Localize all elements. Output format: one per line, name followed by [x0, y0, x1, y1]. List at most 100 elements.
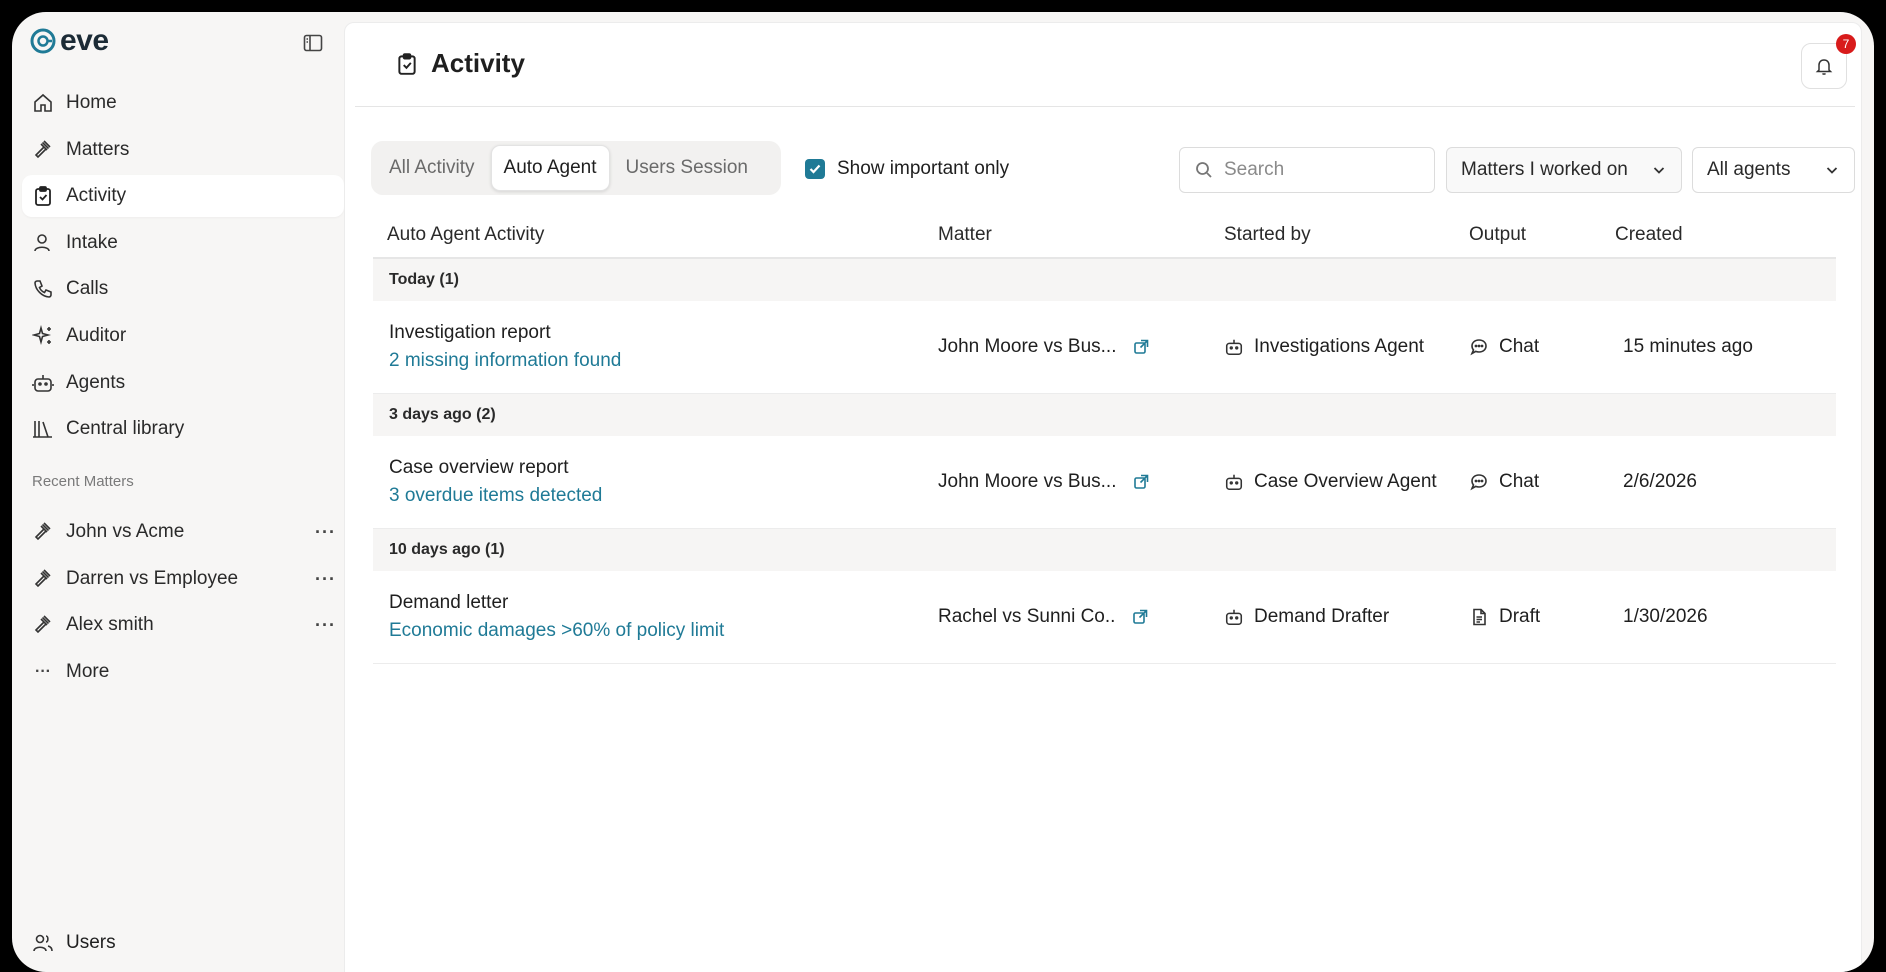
more-options-icon[interactable]: ··· — [315, 616, 336, 634]
recent-matter-label: Darren vs Employee — [66, 567, 239, 589]
matters-filter-select[interactable]: Matters I worked on — [1446, 147, 1682, 193]
important-checkbox[interactable] — [805, 159, 825, 179]
agents-filter-value: All agents — [1707, 159, 1791, 180]
robot-icon — [1225, 474, 1243, 491]
search-box[interactable] — [1179, 147, 1435, 193]
more-options-icon[interactable]: ··· — [315, 523, 336, 541]
agent-name: Investigations Agent — [1254, 336, 1425, 357]
group-header: 10 days ago (1) — [373, 529, 1836, 571]
activity-finding-link[interactable]: Economic damages >60% of policy limit — [389, 620, 938, 642]
column-header-activity[interactable]: Auto Agent Activity — [373, 224, 938, 246]
chat-icon — [1470, 474, 1487, 491]
more-options-icon[interactable]: ··· — [315, 570, 336, 588]
column-header-output[interactable]: Output — [1469, 224, 1615, 246]
sidebar-item-label: Activity — [66, 185, 127, 207]
sidebar-more-label: More — [66, 660, 110, 682]
sidebar-item-label: Home — [66, 92, 117, 113]
recent-matter-label: John vs Acme — [66, 521, 185, 542]
document-icon — [1473, 608, 1486, 626]
activity-table: Auto Agent Activity Matter Started by Ou… — [373, 213, 1836, 664]
activity-finding-link[interactable]: 2 missing information found — [389, 350, 938, 372]
recent-matter-label: Alex smith — [66, 614, 154, 636]
output-cell[interactable]: Chat — [1469, 471, 1615, 493]
show-important-toggle[interactable]: Show important only — [805, 158, 1009, 180]
activity-tabs: All Activity Auto Agent Users Session — [371, 141, 781, 195]
recent-matter-item[interactable]: Darren vs Employee ··· — [22, 558, 344, 600]
search-input[interactable] — [1224, 159, 1424, 181]
recent-matters-list: John vs Acme ··· Darren vs Employee ··· … — [22, 511, 344, 693]
sidebar-item-home[interactable]: Home — [22, 82, 344, 124]
activity-title: Case overview report — [389, 457, 569, 478]
sidebar-item-agents[interactable]: Agents — [22, 362, 344, 404]
table-header: Auto Agent Activity Matter Started by Ou… — [373, 213, 1836, 259]
sidebar-item-label: Calls — [66, 278, 109, 300]
sidebar-toggle-icon[interactable] — [302, 32, 324, 54]
more-icon: ··· — [35, 662, 51, 680]
tab-all-activity[interactable]: All Activity — [377, 145, 487, 191]
external-link-icon[interactable] — [1132, 473, 1150, 491]
chevron-down-icon — [1653, 167, 1665, 174]
output-cell[interactable]: Draft — [1469, 606, 1615, 628]
table-row[interactable]: Investigation report 2 missing informati… — [373, 301, 1836, 394]
sidebar: eve Home Matters Activity Intake Calls A… — [12, 12, 344, 972]
search-icon — [1196, 162, 1212, 178]
logo[interactable]: eve — [30, 26, 109, 56]
recent-matter-item[interactable]: John vs Acme ··· — [22, 511, 344, 553]
page-title-text: Activity — [431, 48, 525, 78]
output-label: Chat — [1499, 471, 1540, 492]
page-title: Activity — [395, 48, 525, 79]
agents-filter-select[interactable]: All agents — [1692, 147, 1855, 193]
tab-users-session[interactable]: Users Session — [614, 145, 761, 191]
sidebar-item-label: Users — [66, 932, 116, 953]
phone-icon — [34, 280, 52, 299]
activity-finding-link[interactable]: 3 overdue items detected — [389, 485, 938, 507]
matter-cell: John Moore vs Bus... — [938, 471, 1224, 493]
page-header: Activity 7 — [355, 23, 1856, 107]
sidebar-item-intake[interactable]: Intake — [22, 222, 344, 264]
activity-cell: Investigation report 2 missing informati… — [373, 322, 938, 372]
bell-icon — [1815, 59, 1833, 75]
activity-cell: Case overview report 3 overdue items det… — [373, 457, 938, 507]
column-header-started-by[interactable]: Started by — [1224, 224, 1469, 246]
home-icon — [34, 93, 52, 112]
output-cell[interactable]: Chat — [1469, 336, 1615, 358]
chevron-down-icon — [1826, 167, 1838, 174]
sidebar-item-auditor[interactable]: Auditor — [22, 315, 344, 357]
chat-icon — [1470, 339, 1487, 356]
robot-icon — [32, 374, 54, 392]
sidebar-more-button[interactable]: ··· More — [22, 651, 344, 693]
output-label: Chat — [1499, 336, 1540, 357]
table-row[interactable]: Demand letter Economic damages >60% of p… — [373, 571, 1836, 664]
sidebar-item-central-library[interactable]: Central library — [22, 408, 344, 450]
recent-matter-item[interactable]: Alex smith ··· — [22, 604, 344, 646]
eve-logo-icon — [30, 28, 56, 54]
sidebar-item-label: Auditor — [66, 324, 127, 346]
agent-name: Demand Drafter — [1254, 606, 1390, 627]
sidebar-item-activity[interactable]: Activity — [22, 175, 344, 218]
sidebar-item-label: Intake — [66, 231, 118, 253]
library-icon — [33, 421, 52, 438]
main-panel: Activity 7 All Activity Auto Agent Users… — [344, 22, 1862, 972]
sidebar-item-users[interactable]: Users — [32, 932, 116, 954]
table-row[interactable]: Case overview report 3 overdue items det… — [373, 436, 1836, 529]
important-label: Show important only — [837, 158, 1010, 179]
robot-icon — [1225, 339, 1243, 356]
column-header-matter[interactable]: Matter — [938, 224, 1224, 246]
sidebar-item-matters[interactable]: Matters — [22, 129, 344, 171]
agent-name: Case Overview Agent — [1254, 471, 1437, 492]
created-cell: 1/30/2026 — [1623, 606, 1708, 627]
clipboard-check-icon — [398, 52, 416, 75]
created-cell: 15 minutes ago — [1623, 336, 1753, 357]
sidebar-item-calls[interactable]: Calls — [22, 268, 344, 310]
column-header-created[interactable]: Created — [1615, 224, 1815, 246]
gavel-icon — [34, 569, 51, 587]
external-link-icon[interactable] — [1131, 608, 1149, 626]
tab-auto-agent[interactable]: Auto Agent — [490, 145, 610, 191]
gavel-icon — [34, 615, 51, 634]
external-link-icon[interactable] — [1132, 338, 1150, 356]
matter-name: John Moore vs Bus... — [938, 336, 1117, 357]
logo-text: eve — [60, 24, 109, 57]
recent-matters-heading: Recent Matters — [32, 473, 134, 490]
notifications-button[interactable]: 7 — [1801, 34, 1856, 89]
sidebar-item-label: Central library — [66, 418, 185, 440]
